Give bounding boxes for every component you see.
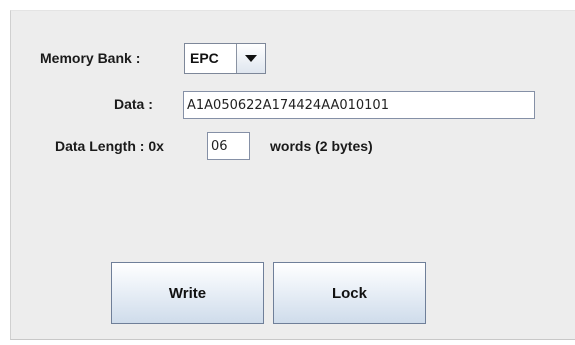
rfid-write-window: Memory Bank : EPC Data : Data Length : 0… xyxy=(0,0,575,345)
dropdown-button[interactable] xyxy=(236,44,265,73)
data-length-field[interactable] xyxy=(207,132,250,160)
memory-bank-label: Memory Bank : xyxy=(40,50,141,66)
data-field[interactable] xyxy=(183,91,535,119)
data-length-label: Data Length : 0x xyxy=(55,138,164,154)
memory-bank-selected-value: EPC xyxy=(190,50,219,66)
data-label: Data : xyxy=(114,96,153,112)
memory-bank-select[interactable]: EPC xyxy=(184,43,266,74)
chevron-down-icon xyxy=(245,54,257,62)
write-button[interactable]: Write xyxy=(111,262,264,324)
data-length-unit: words (2 bytes) xyxy=(270,138,373,154)
lock-button[interactable]: Lock xyxy=(273,262,426,324)
